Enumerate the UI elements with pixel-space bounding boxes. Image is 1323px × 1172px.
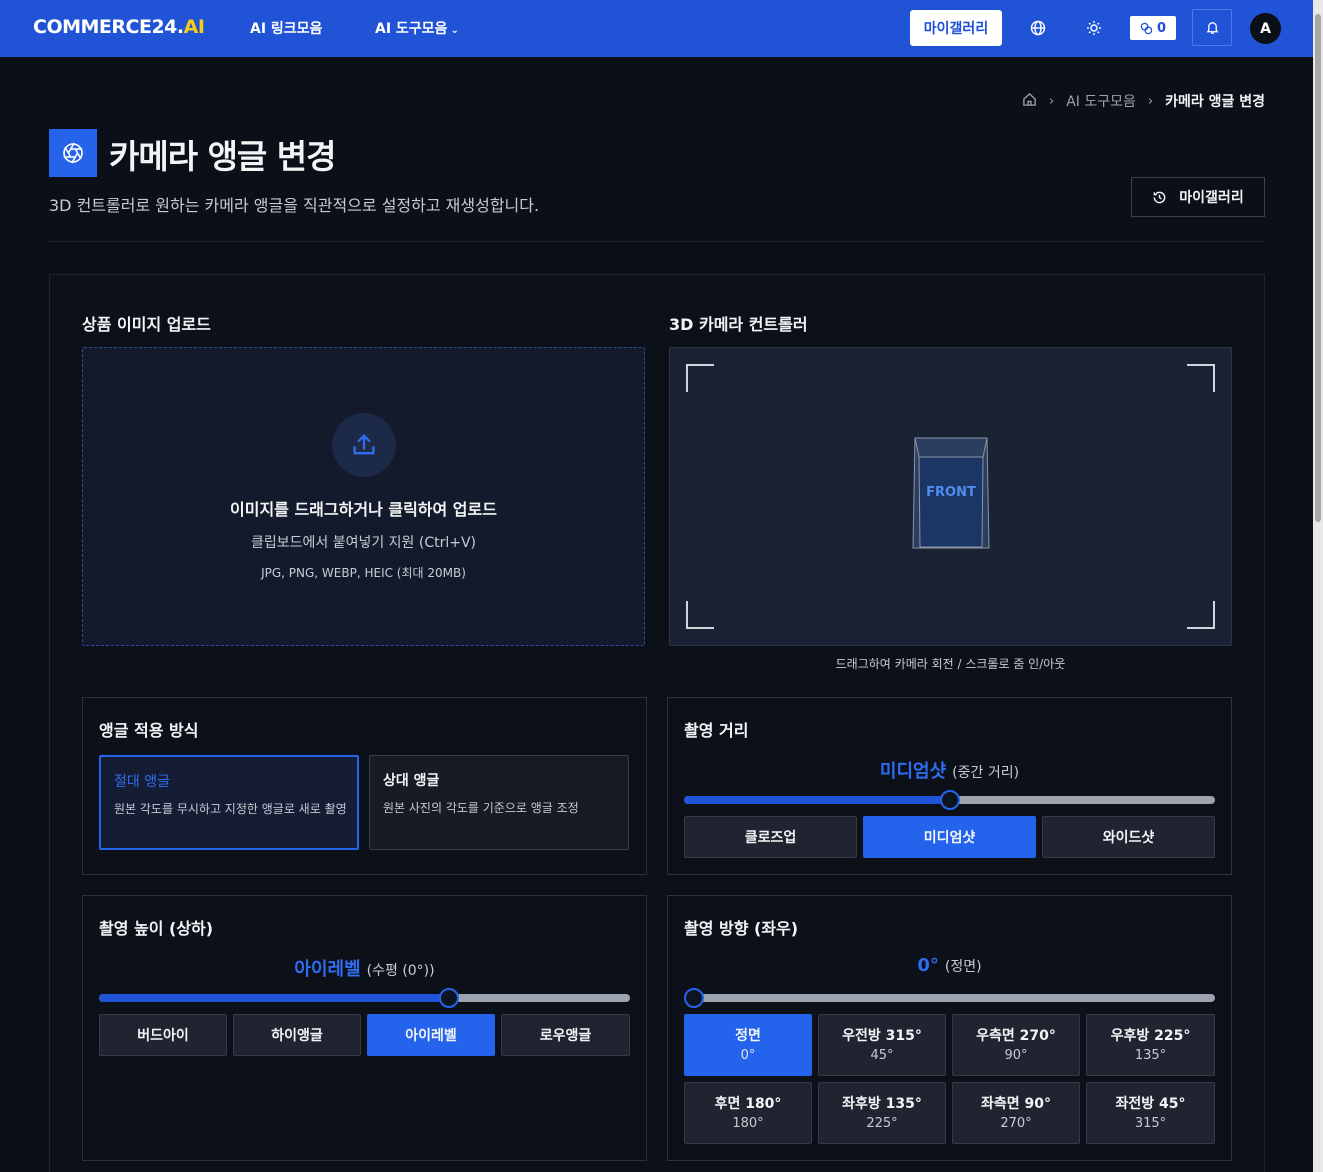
globe-icon[interactable] <box>1027 17 1049 39</box>
breadcrumb-ai-tools[interactable]: AI 도구모음 <box>1066 91 1136 111</box>
distance-panel: 촬영 거리 미디엄샷 (중간 거리) 클로즈업 미디엄샷 와이드샷 <box>667 697 1232 875</box>
direction-degree: 0° <box>740 1048 756 1063</box>
nav-link-ai-tools[interactable]: AI 도구모음 ⌄ <box>375 18 459 38</box>
scrollbar-thumb[interactable] <box>1315 14 1321 522</box>
frame-corner <box>686 601 714 629</box>
height-title: 촬영 높이 (상하) <box>99 919 214 938</box>
height-value: 아이레벨 (수평 (0°)) <box>294 959 435 980</box>
direction-name: 좌측면 90° <box>981 1096 1051 1112</box>
direction-name: 우전방 315° <box>842 1028 922 1044</box>
distance-value: 미디엄샷 (중간 거리) <box>879 761 1020 782</box>
sun-icon[interactable] <box>1083 17 1105 39</box>
angle-mode-panel: 앵글 적용 방식 절대 앵글 원본 각도를 무시하고 지정한 앵글로 새로 촬영… <box>82 697 647 875</box>
distance-option-closeup[interactable]: 클로즈업 <box>684 816 857 858</box>
divider <box>49 241 1265 242</box>
slider-handle[interactable] <box>684 988 704 1008</box>
direction-degree: 315° <box>1134 1116 1167 1131</box>
page-title: 카메라 앵글 변경 <box>109 137 336 176</box>
slider-handle[interactable] <box>439 988 460 1008</box>
option-title: 절대 앵글 <box>114 774 170 790</box>
breadcrumb-separator: › <box>1147 93 1154 109</box>
direction-option-front[interactable]: 정면 0° <box>684 1014 812 1076</box>
direction-name: 우측면 270° <box>976 1028 1056 1044</box>
height-option-high-angle[interactable]: 하이앵글 <box>233 1014 361 1056</box>
direction-degree: 225° <box>866 1116 898 1131</box>
option-description: 원본 사진의 각도를 기준으로 앵글 조정 <box>383 801 579 815</box>
direction-option-rear[interactable]: 후면 180° 180° <box>684 1082 812 1144</box>
bell-icon <box>1206 22 1218 34</box>
direction-title: 촬영 방향 (좌우) <box>684 919 799 938</box>
credit-count: 0 <box>1156 20 1167 36</box>
upload-clipboard-hint: 클립보드에서 붙여넣기 지원 (Ctrl+V) <box>250 535 477 551</box>
slider-handle[interactable] <box>939 790 960 810</box>
direction-degree: 90° <box>1004 1048 1028 1063</box>
height-option-birdseye[interactable]: 버드아이 <box>99 1014 227 1056</box>
distance-option-medium[interactable]: 미디엄샷 <box>863 816 1036 858</box>
my-gallery-history-button[interactable]: 마이갤러리 <box>1131 177 1265 217</box>
nav-link-ai-links[interactable]: AI 링크모음 <box>250 18 322 38</box>
direction-degree: 135° <box>1134 1048 1167 1063</box>
direction-slider[interactable] <box>684 988 1215 1008</box>
image-upload-dropzone[interactable]: 이미지를 드래그하거나 클릭하여 업로드 클립보드에서 붙여넣기 지원 (Ctr… <box>82 347 645 646</box>
upload-icon <box>332 413 396 477</box>
slider-fill <box>99 994 450 1002</box>
history-icon <box>1153 191 1166 203</box>
angle-mode-title: 앵글 적용 방식 <box>99 721 199 740</box>
absolute-angle-option[interactable]: 절대 앵글 원본 각도를 무시하고 지정한 앵글로 새로 촬영 <box>99 755 359 850</box>
front-label: FRONT <box>926 485 976 500</box>
my-gallery-button[interactable]: 마이갤러리 <box>910 10 1002 46</box>
controller-section-label: 3D 카메라 컨트롤러 <box>669 315 808 334</box>
aperture-icon <box>49 129 97 177</box>
page-subtitle: 3D 컨트롤러로 원하는 카메라 앵글을 직관적으로 설정하고 재생성합니다. <box>49 196 540 215</box>
direction-name: 좌후방 135° <box>842 1096 922 1112</box>
relative-angle-option[interactable]: 상대 앵글 원본 사진의 각도를 기준으로 앵글 조정 <box>369 755 629 850</box>
direction-value: 0° (정면) <box>917 955 982 976</box>
direction-option-left-front[interactable]: 좌전방 45° 315° <box>1086 1082 1215 1144</box>
product-box-model[interactable]: FRONT <box>912 437 990 549</box>
direction-name: 좌전방 45° <box>1115 1096 1186 1112</box>
height-panel: 촬영 높이 (상하) 아이레벨 (수평 (0°)) 버드아이 하이앵글 아이레벨 … <box>82 895 647 1161</box>
frame-corner <box>1187 364 1215 392</box>
direction-option-right-side[interactable]: 우측면 270° 90° <box>952 1014 1080 1076</box>
height-option-eye-level[interactable]: 아이레벨 <box>367 1014 495 1056</box>
frame-corner <box>686 364 714 392</box>
chevron-down-icon: ⌄ <box>450 25 459 36</box>
direction-name: 후면 180° <box>714 1096 782 1112</box>
direction-panel: 촬영 방향 (좌우) 0° (정면) 정면 0° 우전방 315° 45° 우측면 2… <box>667 895 1232 1161</box>
slider-fill <box>684 796 950 804</box>
upload-title: 이미지를 드래그하거나 클릭하여 업로드 <box>230 500 497 519</box>
option-description: 원본 각도를 무시하고 지정한 앵글로 새로 촬영 <box>114 802 347 816</box>
home-icon[interactable] <box>1022 92 1037 111</box>
avatar[interactable]: A <box>1250 13 1281 44</box>
breadcrumb-current: 카메라 앵글 변경 <box>1165 94 1265 110</box>
height-slider[interactable] <box>99 988 630 1008</box>
viewport-hint: 드래그하여 카메라 회전 / 스크롤로 줌 인/아웃 <box>835 657 1066 671</box>
breadcrumb: › AI 도구모음 › 카메라 앵글 변경 <box>1022 91 1265 111</box>
credit-badge[interactable]: 0 <box>1130 16 1176 40</box>
direction-option-right-front[interactable]: 우전방 315° 45° <box>818 1014 946 1076</box>
breadcrumb-separator: › <box>1048 93 1055 109</box>
frame-corner <box>1187 601 1215 629</box>
upload-section-label: 상품 이미지 업로드 <box>82 315 211 334</box>
direction-degree: 270° <box>1000 1116 1032 1131</box>
distance-title: 촬영 거리 <box>684 721 749 740</box>
direction-name: 정면 <box>735 1028 761 1044</box>
direction-name: 우후방 225° <box>1110 1028 1191 1044</box>
direction-option-right-rear[interactable]: 우후방 225° 135° <box>1086 1014 1215 1076</box>
direction-option-left-side[interactable]: 좌측면 90° 270° <box>952 1082 1080 1144</box>
direction-option-left-rear[interactable]: 좌후방 135° 225° <box>818 1082 946 1144</box>
coins-icon <box>1140 22 1153 34</box>
direction-degree: 180° <box>732 1116 764 1131</box>
distance-option-wide[interactable]: 와이드샷 <box>1042 816 1215 858</box>
logo[interactable]: COMMERCE24.AI <box>33 16 205 38</box>
height-option-low-angle[interactable]: 로우앵글 <box>501 1014 630 1056</box>
scrollbar[interactable] <box>1313 0 1323 1172</box>
direction-degree: 45° <box>870 1048 894 1063</box>
top-nav: COMMERCE24.AI AI 링크모음 AI 도구모음 ⌄ 마이갤러리 0 A <box>0 0 1313 57</box>
3d-camera-viewport[interactable]: FRONT <box>669 347 1232 646</box>
upload-format-hint: JPG, PNG, WEBP, HEIC (최대 20MB) <box>261 566 466 580</box>
distance-slider[interactable] <box>684 790 1215 810</box>
option-title: 상대 앵글 <box>383 773 440 789</box>
notification-button[interactable] <box>1192 9 1232 46</box>
